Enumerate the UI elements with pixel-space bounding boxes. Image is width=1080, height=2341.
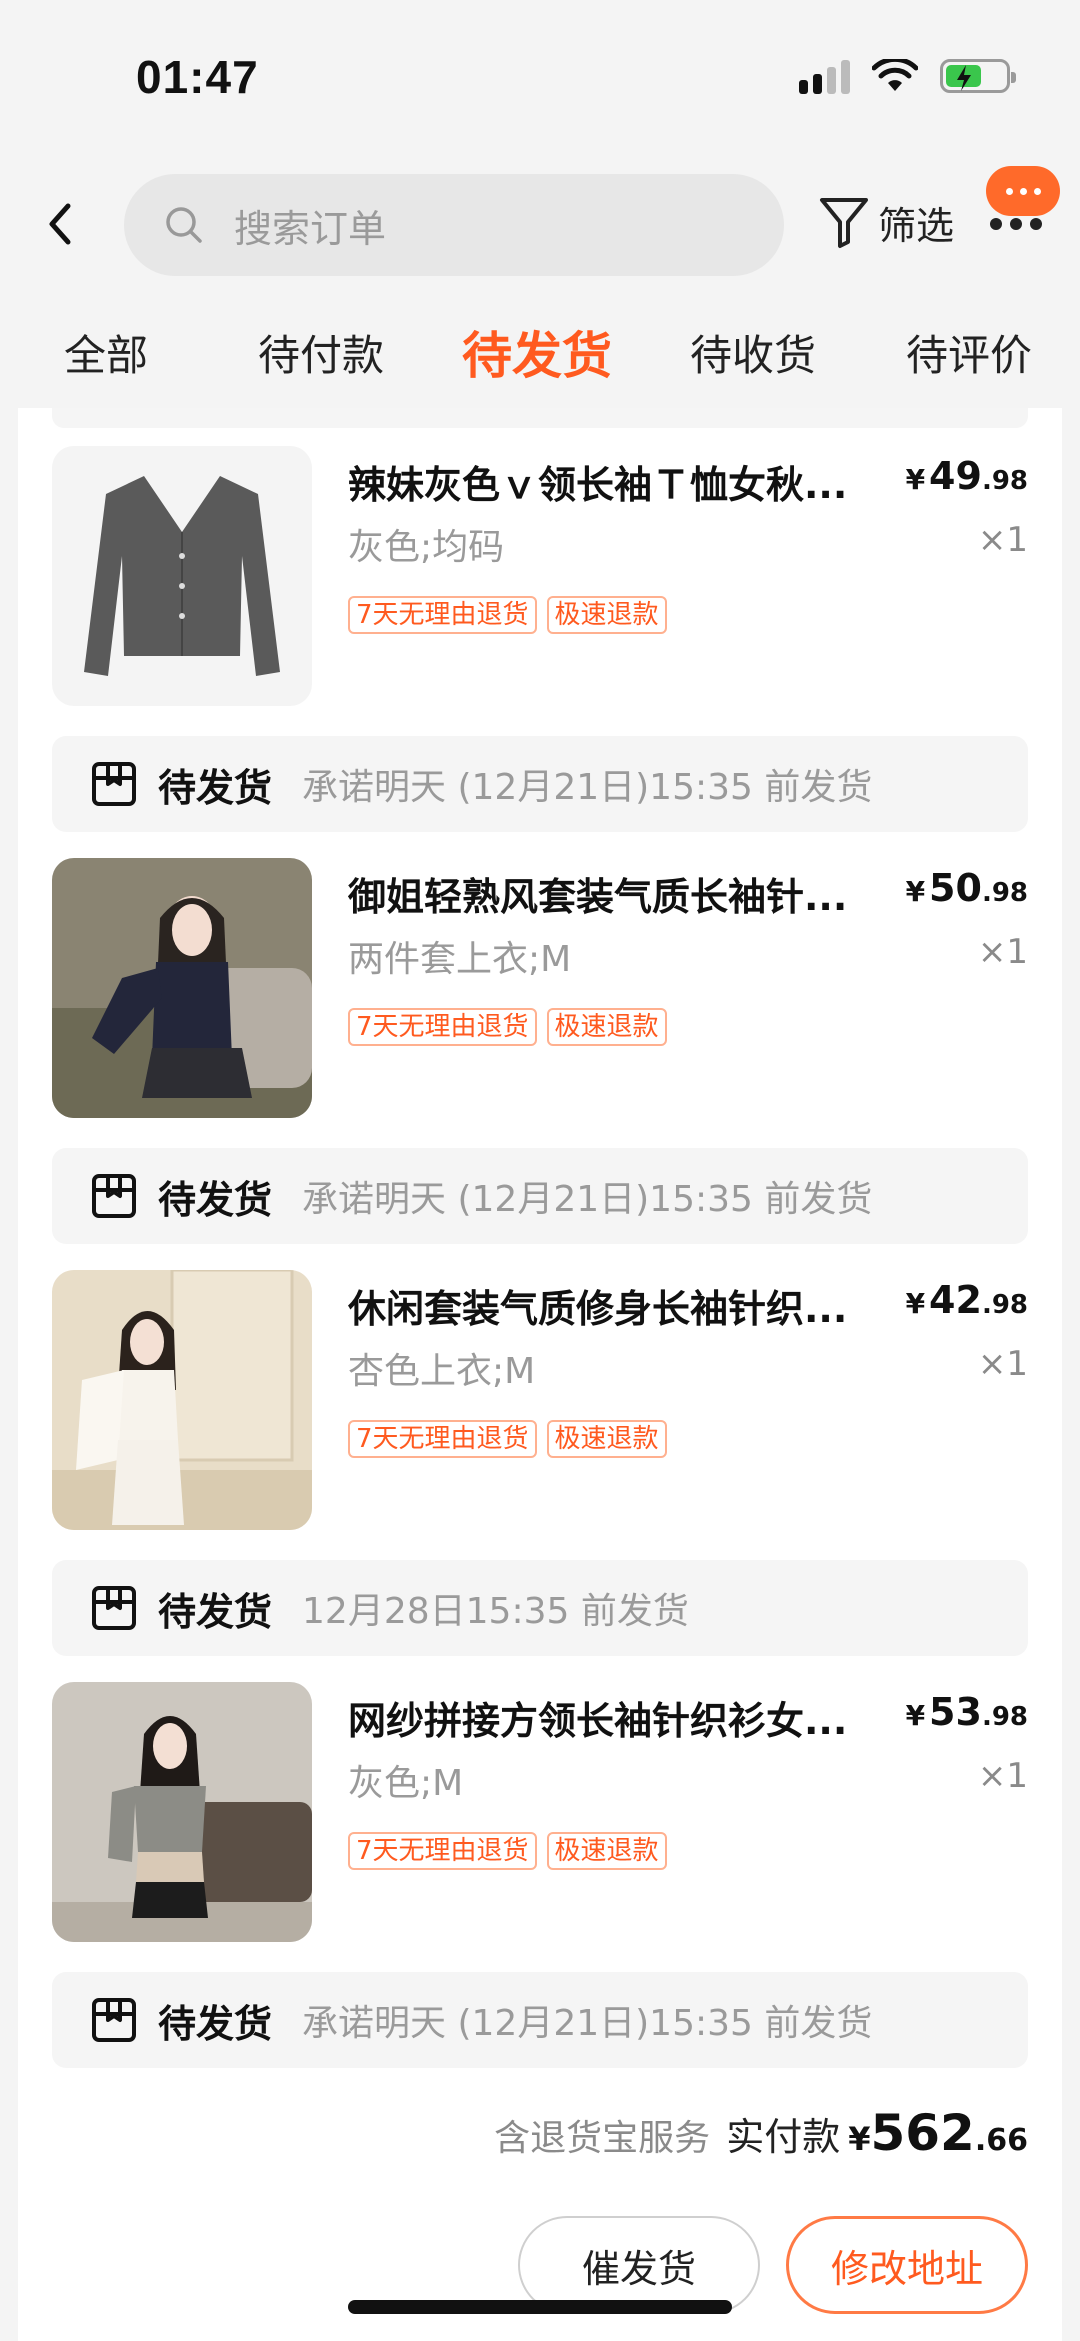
product-price: ¥ 49 .98 xyxy=(905,454,1028,498)
fast-refund-tag: 极速退款 xyxy=(546,596,667,634)
payment-summary: 含退货宝服务 实付款 ¥ 562 .66 xyxy=(494,2104,1028,2162)
header: 搜索订单 筛选 xyxy=(0,150,1080,300)
product-image[interactable] xyxy=(52,446,312,706)
product-sku: 杏色上衣;M xyxy=(348,1351,536,1392)
shipment-status-row: 待发货 承诺明天 (12月21日)15:35 前发货 xyxy=(52,1148,1028,1244)
search-placeholder: 搜索订单 xyxy=(234,206,387,251)
tab-pending-review[interactable]: 待评价 xyxy=(906,322,1032,383)
change-address-button[interactable]: 修改地址 xyxy=(786,2216,1028,2314)
status-note: 12月28日15:35 前发货 xyxy=(302,1591,689,1632)
product-item[interactable]: 御姐轻熟风套装气质长袖针... 两件套上衣;M 7天无理由退货 极速退款 ¥ 5… xyxy=(52,858,1028,1118)
product-tags: 7天无理由退货 极速退款 xyxy=(348,1832,667,1870)
product-image[interactable] xyxy=(52,1270,312,1530)
product-price: ¥ 53 .98 xyxy=(905,1690,1028,1734)
product-tags: 7天无理由退货 极速退款 xyxy=(348,1008,667,1046)
tab-pending-shipment[interactable]: 待发货 xyxy=(462,316,612,388)
message-badge-icon[interactable] xyxy=(986,166,1060,216)
battery-icon xyxy=(940,59,1016,93)
actual-payment-label: 实付款 xyxy=(726,2115,841,2159)
status-label: 待发货 xyxy=(158,2001,273,2046)
tab-pending-receipt[interactable]: 待收货 xyxy=(690,322,816,383)
product-sku: 灰色;均码 xyxy=(348,527,505,568)
filter-label: 筛选 xyxy=(878,203,955,248)
product-title: 网纱拼接方领长袖针织衫女... xyxy=(348,1699,848,1743)
shipment-status-row: 待发货 承诺明天 (12月21日)15:35 前发货 xyxy=(52,1972,1028,2068)
filter-icon xyxy=(820,198,868,248)
return-policy-tag: 7天无理由退货 xyxy=(348,1420,537,1458)
product-quantity: ×1 xyxy=(977,932,1028,972)
product-quantity: ×1 xyxy=(977,1756,1028,1796)
total-amount-decimal: .66 xyxy=(974,2123,1028,2158)
cellular-signal-icon xyxy=(799,58,850,94)
search-icon xyxy=(166,207,202,243)
product-price: ¥ 50 .98 xyxy=(905,866,1028,910)
return-policy-tag: 7天无理由退货 xyxy=(348,1008,537,1046)
shipment-status-row: 待发货 12月28日15:35 前发货 xyxy=(52,1560,1028,1656)
product-image[interactable] xyxy=(52,1682,312,1942)
chevron-left-icon xyxy=(49,203,71,245)
return-service-label: 含退货宝服务 xyxy=(494,2118,711,2159)
product-tags: 7天无理由退货 极速退款 xyxy=(348,1420,667,1458)
status-label: 待发货 xyxy=(158,1177,273,1222)
home-indicator[interactable] xyxy=(348,2300,732,2314)
product-sku: 两件套上衣;M xyxy=(348,939,572,980)
previous-status-row xyxy=(52,408,1028,428)
package-icon xyxy=(92,1586,136,1630)
return-policy-tag: 7天无理由退货 xyxy=(348,596,537,634)
product-title: 辣妹灰色ｖ领长袖Ｔ恤女秋... xyxy=(348,463,848,507)
back-button[interactable] xyxy=(44,194,94,254)
return-policy-tag: 7天无理由退货 xyxy=(348,1832,537,1870)
filter-button[interactable]: 筛选 xyxy=(818,194,954,250)
order-card: 辣妹灰色ｖ领长袖Ｔ恤女秋... 灰色;均码 7天无理由退货 极速退款 ¥ 49 … xyxy=(18,408,1062,2341)
fast-refund-tag: 极速退款 xyxy=(546,1008,667,1046)
product-quantity: ×1 xyxy=(977,1344,1028,1384)
fast-refund-tag: 极速退款 xyxy=(546,1420,667,1458)
more-options-button[interactable] xyxy=(990,218,1042,230)
product-item[interactable]: 辣妹灰色ｖ领长袖Ｔ恤女秋... 灰色;均码 7天无理由退货 极速退款 ¥ 49 … xyxy=(52,446,1028,706)
package-icon xyxy=(92,1174,136,1218)
status-icons xyxy=(799,58,1016,94)
search-input[interactable]: 搜索订单 xyxy=(124,174,784,276)
total-amount-integer: 562 xyxy=(870,2104,975,2162)
tab-pending-payment[interactable]: 待付款 xyxy=(258,322,384,383)
product-tags: 7天无理由退货 极速退款 xyxy=(348,596,667,634)
status-label: 待发货 xyxy=(158,1589,273,1634)
product-image[interactable] xyxy=(52,858,312,1118)
product-title: 休闲套装气质修身长袖针织... xyxy=(348,1287,848,1331)
status-bar: 01:47 xyxy=(0,0,1080,150)
status-label: 待发货 xyxy=(158,765,273,810)
product-sku: 灰色;M xyxy=(348,1763,464,1804)
status-note: 承诺明天 (12月21日)15:35 前发货 xyxy=(302,767,873,808)
wifi-icon xyxy=(872,59,918,91)
status-time: 01:47 xyxy=(136,51,259,103)
currency-symbol: ¥ xyxy=(848,2120,871,2158)
package-icon xyxy=(92,762,136,806)
tab-all[interactable]: 全部 xyxy=(64,322,148,383)
status-note: 承诺明天 (12月21日)15:35 前发货 xyxy=(302,2003,873,2044)
package-icon xyxy=(92,1998,136,2042)
shipment-status-row: 待发货 承诺明天 (12月21日)15:35 前发货 xyxy=(52,736,1028,832)
product-price: ¥ 42 .98 xyxy=(905,1278,1028,1322)
product-item[interactable]: 网纱拼接方领长袖针织衫女... 灰色;M 7天无理由退货 极速退款 ¥ 53 .… xyxy=(52,1682,1028,1942)
product-item[interactable]: 休闲套装气质修身长袖针织... 杏色上衣;M 7天无理由退货 极速退款 ¥ 42… xyxy=(52,1270,1028,1530)
fast-refund-tag: 极速退款 xyxy=(546,1832,667,1870)
product-title: 御姐轻熟风套装气质长袖针... xyxy=(348,875,848,919)
product-quantity: ×1 xyxy=(977,520,1028,560)
status-note: 承诺明天 (12月21日)15:35 前发货 xyxy=(302,1179,873,1220)
order-tabs: 全部 待付款 待发货 待收货 待评价 xyxy=(0,300,1080,408)
